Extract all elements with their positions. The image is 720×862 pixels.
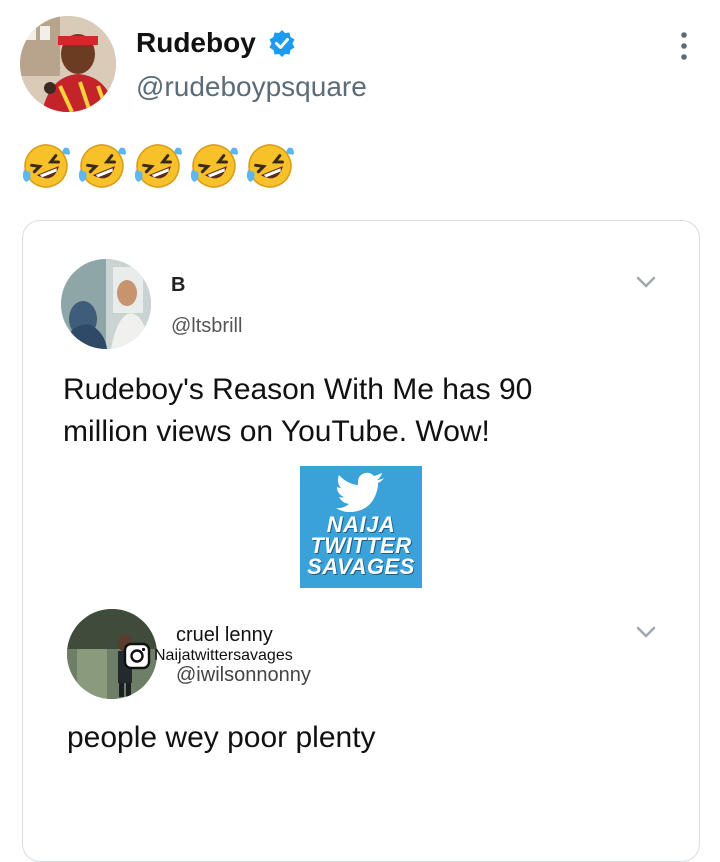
rolling-laughing-emoji-icon [190, 144, 238, 188]
instagram-icon [123, 642, 151, 670]
rolling-laughing-emoji-icon [22, 144, 70, 188]
reply-author-handle: @iwilsonnonny [176, 664, 311, 686]
author-handle[interactable]: @rudeboypsquare [136, 71, 367, 103]
chevron-down-icon [636, 276, 656, 288]
rolling-laughing-emoji-icon [246, 144, 294, 188]
quoted-author-name: B [171, 274, 186, 296]
more-options-icon[interactable] [676, 30, 692, 62]
rolling-laughing-emoji-icon [78, 144, 126, 188]
verified-badge-icon [269, 30, 295, 57]
chevron-down-icon [636, 626, 656, 638]
twitter-bird-icon [336, 472, 384, 512]
quoted-author-handle: @ltsbrill [171, 315, 243, 337]
instagram-watermark-text: Naijatwittersavages [154, 647, 293, 664]
reply-author-name: cruel lenny [176, 624, 273, 646]
author-photo [20, 16, 116, 112]
author-name[interactable]: Rudeboy [136, 27, 256, 59]
watermark-line: SAVAGES [307, 554, 415, 579]
quoted-author-photo [61, 259, 151, 349]
tweet-emoji-text [20, 140, 296, 192]
author-avatar[interactable] [20, 16, 116, 112]
watermark-logo: NAIJA TWITTER SAVAGES [300, 466, 422, 588]
quoted-author-avatar [61, 259, 151, 349]
rolling-laughing-emoji-icon [134, 144, 182, 188]
attached-image-card[interactable]: B @ltsbrill Rudeboy's Reason With Me has… [22, 220, 700, 862]
reply-text: people wey poor plenty [67, 721, 376, 754]
quoted-tweet-text: Rudeboy's Reason With Me has 90 million … [63, 373, 533, 448]
